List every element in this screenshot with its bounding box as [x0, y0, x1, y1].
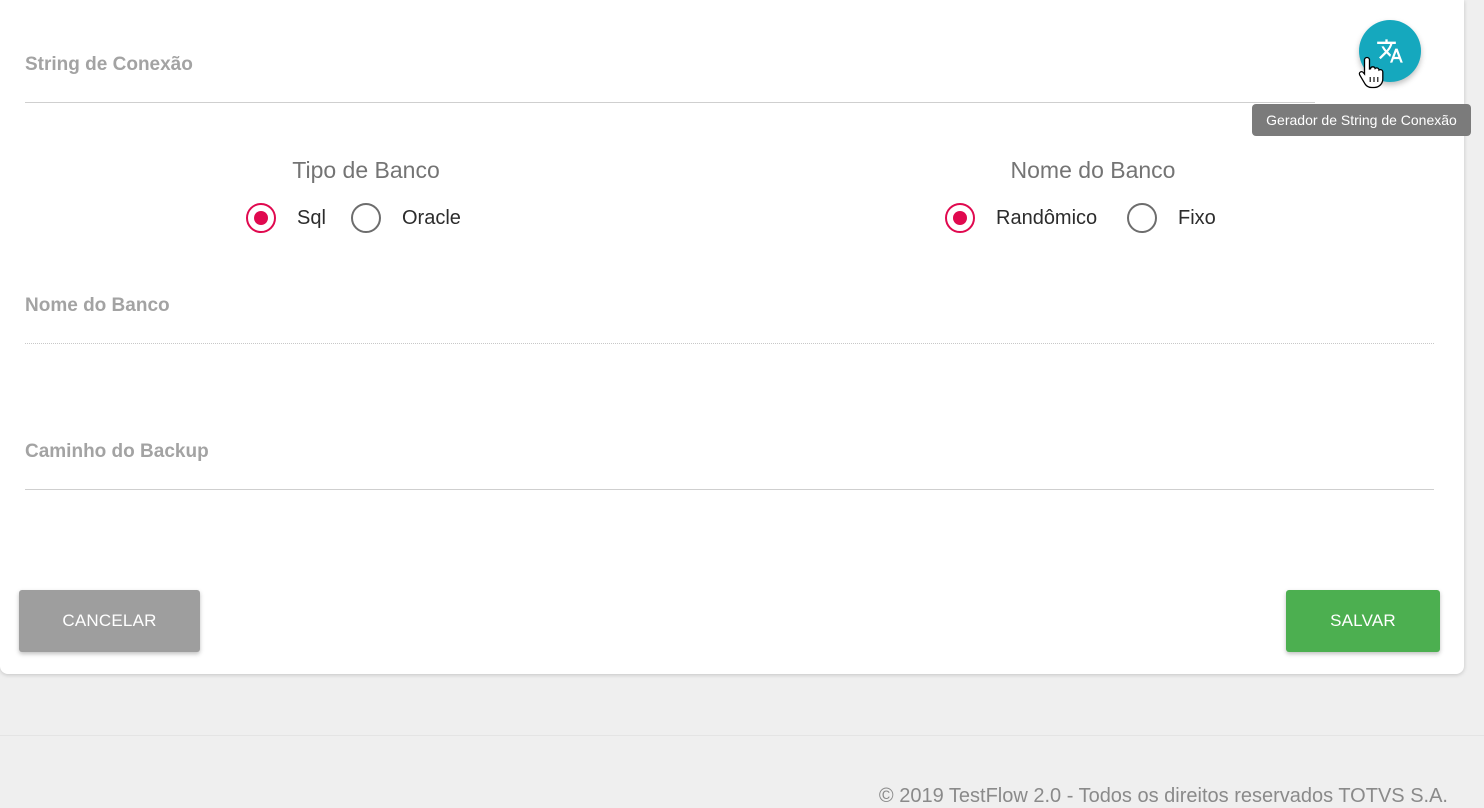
connection-string-label: String de Conexão [25, 54, 193, 75]
db-type-title: Tipo de Banco [292, 157, 440, 183]
db-name-random-label[interactable]: Randômico [996, 207, 1097, 230]
db-type-sql-radio[interactable] [246, 203, 276, 233]
connection-string-input[interactable] [25, 102, 1315, 103]
hand-cursor-icon [1358, 55, 1386, 94]
backup-path-input[interactable] [25, 489, 1434, 490]
db-name-fixed-radio[interactable] [1127, 203, 1157, 233]
footer-divider [0, 735, 1484, 736]
db-name-random-radio[interactable] [945, 203, 975, 233]
db-name-input[interactable] [25, 343, 1434, 344]
footer-copyright: © 2019 TestFlow 2.0 - Todos os direitos … [878, 785, 1448, 807]
db-name-fixed-label[interactable]: Fixo [1178, 207, 1216, 230]
db-type-sql-label[interactable]: Sql [297, 207, 326, 230]
backup-path-label: Caminho do Backup [25, 441, 209, 462]
db-name-mode-title: Nome do Banco [1010, 157, 1176, 183]
db-type-oracle-radio[interactable] [351, 203, 381, 233]
db-type-oracle-label[interactable]: Oracle [402, 207, 461, 230]
save-button[interactable]: SALVAR [1286, 590, 1440, 652]
cancel-button[interactable]: CANCELAR [19, 590, 200, 652]
db-name-label: Nome do Banco [25, 295, 170, 316]
fab-tooltip: Gerador de String de Conexão [1252, 104, 1471, 136]
form-card: String de Conexão Tipo de Banco Sql Orac… [0, 0, 1464, 674]
